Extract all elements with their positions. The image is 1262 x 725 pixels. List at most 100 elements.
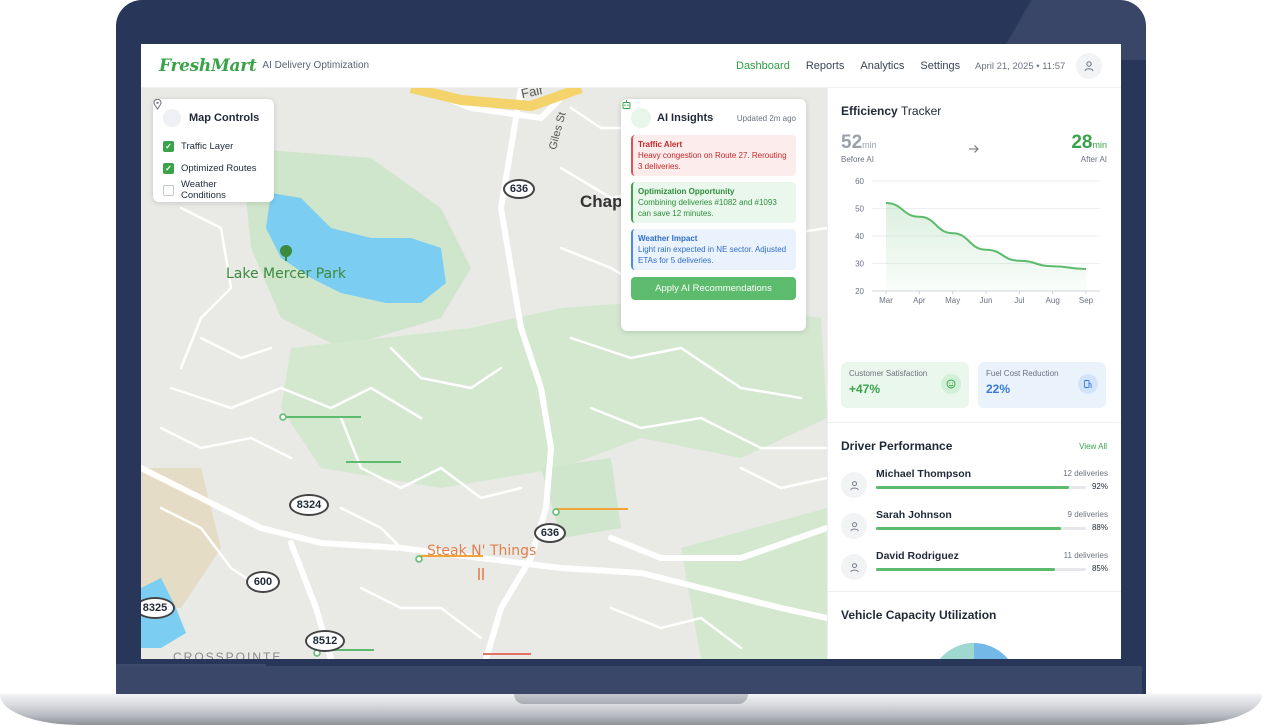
divider — [828, 422, 1121, 423]
green-southeast — [681, 508, 827, 659]
nav-dashboard[interactable]: Dashboard — [736, 60, 790, 72]
laptop-notch — [514, 694, 748, 704]
driver-percentage: 85% — [1091, 564, 1108, 573]
map-controls-panel: Map Controls ✓ Traffic Layer ✓ Optimized… — [153, 99, 274, 202]
weather-layer-checkbox[interactable] — [163, 184, 174, 196]
driver-progress-bar — [876, 568, 1086, 571]
driver-row[interactable]: Michael Thompson 12 deliveries 92% — [841, 468, 1108, 504]
delivery-map[interactable]: Lake Mercer Park Steak N' Things Giles S… — [141, 88, 827, 659]
before-ai-stat: 52min Before AI — [841, 132, 877, 164]
efficiency-chart: 20 30 40 50 60 Mar Apr May Jun Jul Aug Sep — [828, 177, 1121, 308]
chart-y-tick: 30 — [855, 260, 864, 269]
alert-title: Optimization Opportunity — [638, 187, 735, 196]
layer-weather[interactable]: Weather Conditions — [163, 179, 264, 201]
app-screen: FreshMart AI Delivery Optimization Dashb… — [141, 44, 1121, 659]
chart-x-tick: Apr — [913, 296, 926, 305]
apply-ai-recommendations-button[interactable]: Apply AI Recommendations — [631, 277, 796, 300]
nav-reports[interactable]: Reports — [806, 60, 845, 72]
ai-insights-header: AI Insights Updated 2m ago — [622, 100, 796, 128]
traffic-alert-card[interactable]: Traffic Alert Heavy congestion on Route … — [631, 135, 796, 176]
driver-percentage: 92% — [1091, 482, 1108, 491]
alert-title: Traffic Alert — [638, 140, 683, 149]
optimization-alert-card[interactable]: Optimization Opportunity Combining deliv… — [631, 182, 796, 223]
restaurant-label: Steak N' Things — [427, 543, 537, 559]
chart-y-tick: 20 — [855, 287, 864, 296]
area-label: CROSSPOINTE — [173, 650, 283, 659]
map-pin-icon — [153, 99, 181, 127]
driver-percentage: 88% — [1091, 523, 1108, 532]
donut-segment-other — [940, 643, 975, 659]
chart-x-tick: May — [945, 296, 960, 305]
ai-insights-panel: AI Insights Updated 2m ago Traffic Alert… — [621, 99, 806, 331]
alert-body: Combining deliveries #1082 and #1093 can… — [638, 198, 777, 218]
routes-layer-checkbox[interactable]: ✓ — [163, 162, 174, 174]
layer-routes[interactable]: ✓ Optimized Routes — [163, 157, 264, 179]
driver-deliveries: 11 deliveries — [1063, 551, 1108, 560]
driver-name: David Rodriguez — [876, 550, 959, 562]
efficiency-tracker-title: Efficiency Tracker — [841, 104, 941, 118]
chart-x-tick: Mar — [879, 296, 893, 305]
after-ai-label: After AI — [1080, 155, 1107, 164]
layer-label: Traffic Layer — [181, 140, 234, 152]
right-panel: Efficiency Tracker 52min Before AI 28min… — [827, 88, 1121, 659]
alert-body: Heavy congestion on Route 27. Rerouting … — [638, 151, 787, 171]
map-controls-title: Map Controls — [189, 112, 260, 124]
after-ai-stat: 28min After AI — [1071, 132, 1107, 164]
chart-y-tick: 40 — [855, 232, 864, 241]
driver-progress-bar — [876, 486, 1086, 489]
chart-y-tick: 50 — [855, 205, 864, 214]
road-shield: 8512 — [305, 630, 345, 652]
after-ai-value-wrap: 28min — [1071, 132, 1107, 154]
nav-analytics[interactable]: Analytics — [860, 60, 904, 72]
fuel-icon — [1078, 374, 1098, 394]
driver-progress-bar — [876, 527, 1086, 530]
nav-settings[interactable]: Settings — [920, 60, 960, 72]
alert-body: Light rain expected in NE sector. Adjust… — [638, 245, 787, 265]
before-ai-label: Before AI — [841, 155, 874, 164]
avatar — [841, 554, 867, 580]
view-all-link[interactable]: View All — [1079, 442, 1107, 451]
driver-name: Sarah Johnson — [876, 509, 952, 521]
app-header: FreshMart AI Delivery Optimization Dashb… — [141, 44, 1121, 88]
after-ai-value: 28 — [1071, 132, 1093, 153]
weather-alert-card[interactable]: Weather Impact Light rain expected in NE… — [631, 229, 796, 270]
divider — [828, 591, 1121, 592]
driver-row[interactable]: David Rodriguez 11 deliveries 85% — [841, 550, 1108, 586]
avatar — [841, 513, 867, 539]
app-subtitle: AI Delivery Optimization — [262, 60, 370, 71]
road-shield: 600 — [246, 571, 280, 593]
park-label: Lake Mercer Park — [226, 266, 346, 282]
ai-updated-time: Updated 2m ago — [736, 113, 796, 123]
layer-label: Optimized Routes — [181, 162, 257, 174]
driver-performance-title: Driver Performance — [841, 439, 953, 453]
before-ai-unit: min — [862, 140, 877, 150]
road-shield: 8324 — [289, 494, 329, 516]
driver-progress-fill — [876, 568, 1055, 571]
layer-traffic[interactable]: ✓ Traffic Layer — [163, 135, 264, 157]
chart-x-tick: Aug — [1046, 296, 1060, 305]
chart-x-tick: Jul — [1014, 296, 1024, 305]
smile-icon — [941, 374, 961, 394]
driver-name: Michael Thompson — [876, 468, 972, 480]
fuel-cost-card: Fuel Cost Reduction 22% — [978, 362, 1106, 408]
chart-x-tick: Jun — [980, 296, 993, 305]
map-controls-header: Map Controls — [153, 99, 264, 127]
traffic-layer-checkbox[interactable]: ✓ — [163, 140, 174, 152]
user-menu-button[interactable] — [1076, 53, 1102, 79]
logo[interactable]: FreshMart — [159, 56, 257, 76]
before-ai-value: 52 — [841, 132, 863, 153]
after-ai-unit: min — [1092, 140, 1107, 150]
customer-satisfaction-card: Customer Satisfaction +47% — [841, 362, 969, 408]
alert-title: Weather Impact — [638, 234, 698, 243]
driver-row[interactable]: Sarah Johnson 9 deliveries 88% — [841, 509, 1108, 545]
driver-progress-fill — [876, 486, 1070, 489]
vehicle-capacity-title: Vehicle Capacity Utilization — [841, 608, 997, 622]
chart-x-tick: Sep — [1079, 296, 1094, 305]
chart-y-tick: 60 — [855, 178, 864, 186]
driver-progress-fill — [876, 527, 1061, 530]
before-ai-value-wrap: 52min — [841, 132, 877, 154]
efficiency-title-bold: Efficiency — [841, 104, 898, 118]
vehicle-capacity-donut — [940, 643, 1008, 659]
layer-label: Weather Conditions — [180, 179, 226, 201]
robot-icon — [622, 100, 651, 128]
